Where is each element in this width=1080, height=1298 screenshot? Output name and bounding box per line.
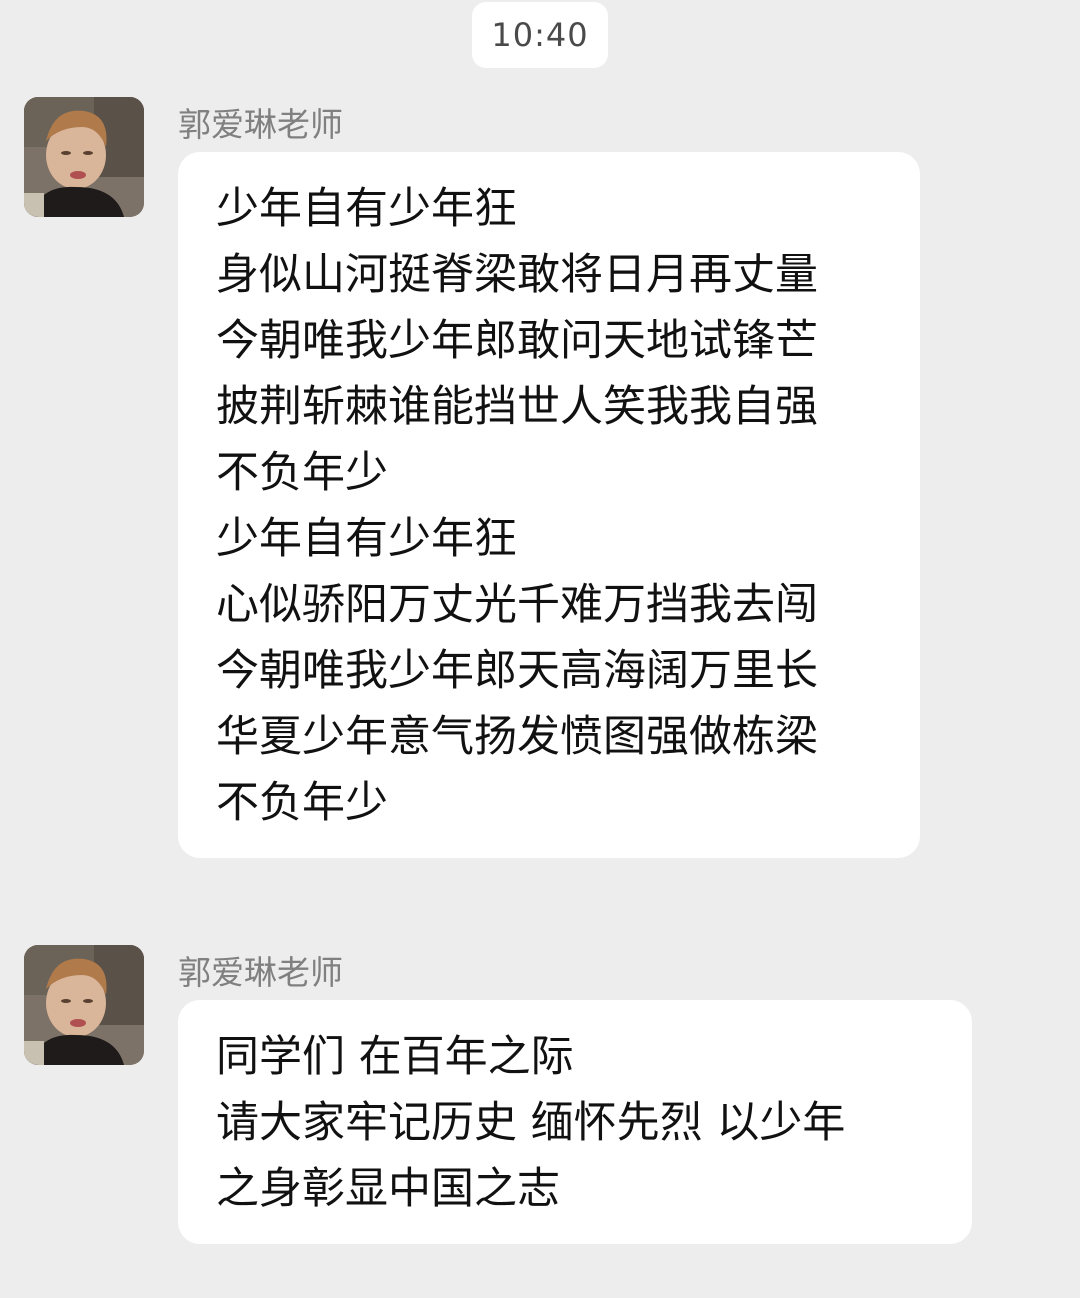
toddler-photo-avatar-icon xyxy=(24,97,144,217)
sender-avatar[interactable] xyxy=(24,945,144,1065)
message-line: 华夏少年意气扬发愤图强做栋梁 xyxy=(216,712,818,762)
message-line: 少年自有少年狂 xyxy=(216,184,517,234)
toddler-photo-avatar-icon xyxy=(24,945,144,1065)
chat-window: 10:40 郭爱琳老师 少年自有少年狂 身似山河挺脊梁敢将日月再丈量 今朝唯我少… xyxy=(0,0,1080,1298)
message-line: 之身彰显中国之志 xyxy=(216,1164,560,1214)
message-line: 少年自有少年狂 xyxy=(216,514,517,564)
message-line: 今朝唯我少年郎天高海阔万里长 xyxy=(216,646,818,696)
message-line: 心似骄阳万丈光千难万挡我去闯 xyxy=(216,580,818,630)
message-line: 身似山河挺脊梁敢将日月再丈量 xyxy=(216,250,818,300)
message-bubble[interactable]: 少年自有少年狂 身似山河挺脊梁敢将日月再丈量 今朝唯我少年郎敢问天地试锋芒 披荆… xyxy=(178,152,920,858)
message-line: 同学们 在百年之际 xyxy=(216,1032,574,1082)
message-line: 披荆斩棘谁能挡世人笑我我自强 xyxy=(216,382,818,432)
message-line: 不负年少 xyxy=(216,778,388,828)
message-line: 今朝唯我少年郎敢问天地试锋芒 xyxy=(216,316,818,366)
sender-name: 郭爱琳老师 xyxy=(178,953,343,992)
message-timestamp: 10:40 xyxy=(472,2,608,68)
sender-name: 郭爱琳老师 xyxy=(178,105,343,144)
sender-avatar[interactable] xyxy=(24,97,144,217)
message-line: 请大家牢记历史 缅怀先烈 以少年 xyxy=(216,1098,846,1148)
message-line: 不负年少 xyxy=(216,448,388,498)
message-bubble[interactable]: 同学们 在百年之际 请大家牢记历史 缅怀先烈 以少年 之身彰显中国之志 xyxy=(178,1000,972,1244)
